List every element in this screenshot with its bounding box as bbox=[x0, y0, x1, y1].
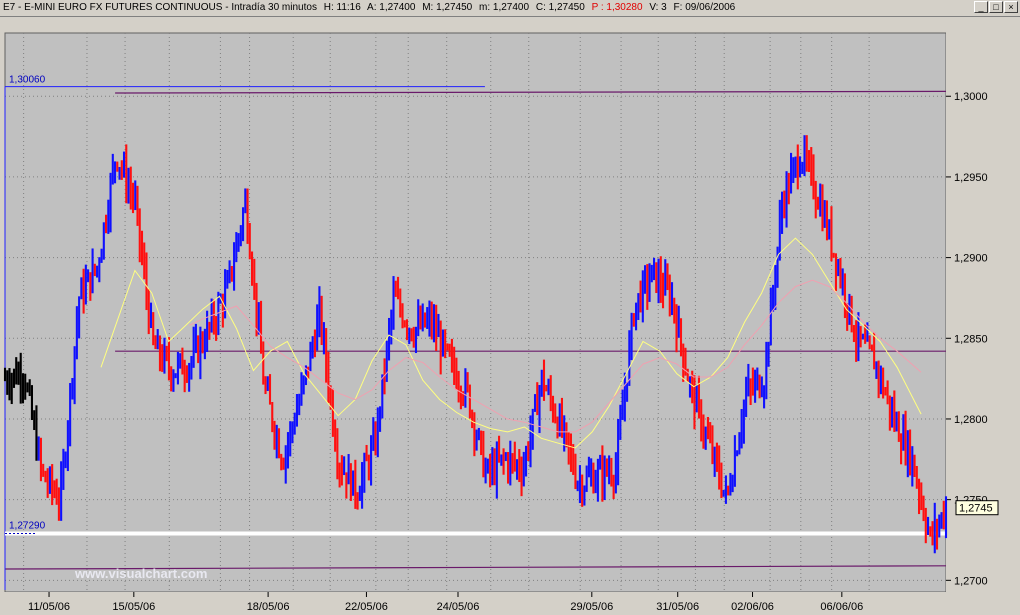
title-volume: V: 3 bbox=[649, 2, 667, 13]
x-tick-label: 18/05/06 bbox=[247, 601, 290, 613]
top-level-label: 1,30060 bbox=[9, 75, 46, 86]
title-date: F: 09/06/2006 bbox=[673, 2, 736, 13]
close-button[interactable]: × bbox=[1004, 1, 1018, 13]
last-price-label: 1,2745 bbox=[959, 503, 993, 515]
chart-window: E7 - E-MINI EURO FX FUTURES CONTINUOUS -… bbox=[0, 0, 1020, 615]
title-max: M: 1,27450 bbox=[422, 2, 473, 13]
window-buttons: _ □ × bbox=[974, 1, 1018, 13]
y-tick-label: 1,2950 bbox=[954, 172, 988, 184]
title-bar[interactable]: E7 - E-MINI EURO FX FUTURES CONTINUOUS -… bbox=[0, 0, 1020, 17]
price-chart[interactable]: 1,30001,29501,29001,28501,28001,27501,27… bbox=[0, 17, 1020, 615]
y-tick-label: 1,3000 bbox=[954, 91, 988, 103]
maximize-button[interactable]: □ bbox=[989, 1, 1003, 13]
x-tick-label: 31/05/06 bbox=[656, 601, 699, 613]
title-high: H: 11:16 bbox=[323, 2, 361, 13]
minimize-button[interactable]: _ bbox=[974, 1, 988, 13]
support-level-label: 1,27290 bbox=[9, 521, 46, 532]
y-tick-label: 1,2700 bbox=[954, 575, 988, 587]
title-close: C: 1,27450 bbox=[535, 2, 585, 13]
x-tick-label: 24/05/06 bbox=[437, 601, 480, 613]
x-tick-label: 06/06/06 bbox=[820, 601, 863, 613]
x-tick-label: 15/05/06 bbox=[112, 601, 155, 613]
x-tick-label: 29/05/06 bbox=[570, 601, 613, 613]
title-open: A: 1,27400 bbox=[367, 2, 416, 13]
y-axis-panel bbox=[946, 17, 1020, 615]
x-tick-label: 22/05/06 bbox=[345, 601, 388, 613]
watermark-text: www.visualchart.com bbox=[74, 566, 207, 581]
title-symbol: E7 - E-MINI EURO FX FUTURES CONTINUOUS -… bbox=[3, 2, 317, 13]
title-min: m: 1,27400 bbox=[479, 2, 530, 13]
y-tick-label: 1,2800 bbox=[954, 414, 988, 426]
title-p: P : 1,30280 bbox=[591, 2, 643, 13]
x-tick-label: 02/06/06 bbox=[731, 601, 774, 613]
y-tick-label: 1,2850 bbox=[954, 333, 988, 345]
x-tick-label: 11/05/06 bbox=[28, 601, 70, 613]
plot-area[interactable] bbox=[4, 32, 947, 593]
y-tick-label: 1,2900 bbox=[954, 253, 988, 265]
